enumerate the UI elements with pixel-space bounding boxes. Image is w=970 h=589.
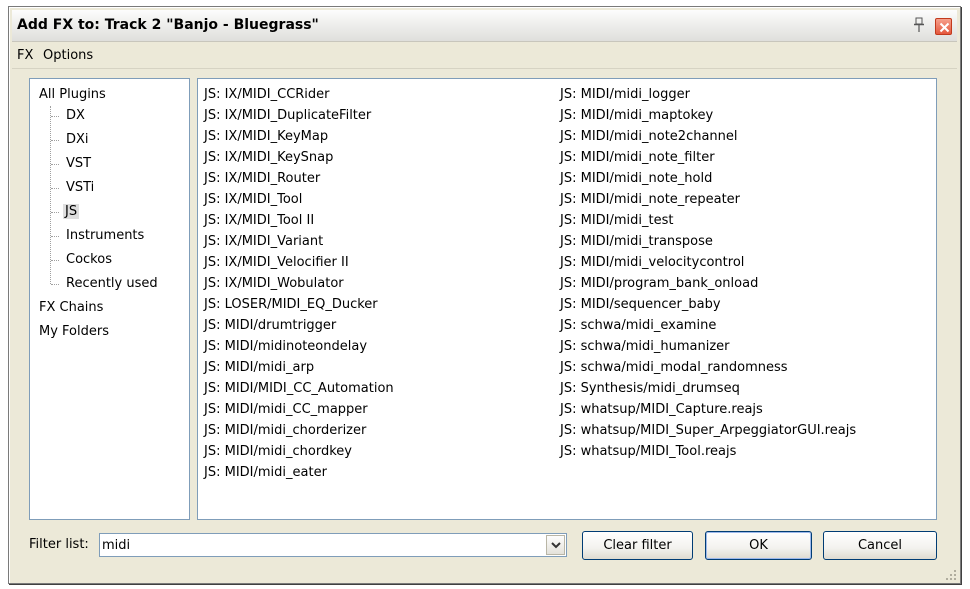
close-icon — [939, 22, 950, 33]
plugin-list-column-2: JS: MIDI/midi_logger JS: MIDI/midi_maptok… — [560, 84, 856, 462]
tree-item-recently-used[interactable]: Recently used — [66, 276, 158, 291]
plugin-list-column-1: JS: IX/MIDI_CCRider JS: IX/MIDI_Duplicate… — [204, 84, 394, 483]
plugin-list-item[interactable]: JS: schwa/midi_humanizer — [560, 336, 856, 357]
plugin-list-item[interactable]: JS: MIDI/midi_eater — [204, 462, 394, 483]
plugin-list-item[interactable]: JS: IX/MIDI_Tool II — [204, 210, 394, 231]
plugin-list-item[interactable]: JS: MIDI/drumtrigger — [204, 315, 394, 336]
plugin-list-item[interactable]: JS: whatsup/MIDI_Capture.reajs — [560, 399, 856, 420]
plugin-list-item[interactable]: JS: MIDI/midi_transpose — [560, 231, 856, 252]
close-button[interactable] — [935, 18, 952, 35]
plugin-list-item[interactable]: JS: MIDI/midi_note_repeater — [560, 189, 856, 210]
tree-item-instruments[interactable]: Instruments — [66, 228, 144, 243]
plugin-list-item[interactable]: JS: MIDI/midi_CC_mapper — [204, 399, 394, 420]
menu-bar: FX Options — [12, 43, 957, 69]
pin-icon[interactable] — [911, 17, 927, 33]
plugin-list-item[interactable]: JS: schwa/midi_modal_randomness — [560, 357, 856, 378]
plugin-list-item[interactable]: JS: MIDI/MIDI_CC_Automation — [204, 378, 394, 399]
plugin-category-tree[interactable]: All Plugins DX DXi VST VSTi JS Instrumen… — [29, 78, 190, 520]
clear-filter-button[interactable]: Clear filter — [582, 531, 693, 560]
plugin-list-item[interactable]: JS: IX/MIDI_Variant — [204, 231, 394, 252]
tree-item-vst[interactable]: VST — [66, 156, 91, 171]
resize-grip-icon[interactable] — [945, 569, 957, 581]
plugin-list-item[interactable]: JS: IX/MIDI_Velocifier II — [204, 252, 394, 273]
plugin-list-item[interactable]: JS: IX/MIDI_Tool — [204, 189, 394, 210]
plugin-list-item[interactable]: JS: IX/MIDI_CCRider — [204, 84, 394, 105]
tree-item-my-folders[interactable]: My Folders — [39, 324, 109, 339]
tree-item-js-label: JS — [63, 204, 80, 219]
plugin-list-item[interactable]: JS: MIDI/midi_logger — [560, 84, 856, 105]
plugin-list-item[interactable]: JS: MIDI/program_bank_onload — [560, 273, 856, 294]
plugin-list-item[interactable]: JS: MIDI/midi_arp — [204, 357, 394, 378]
plugin-list-item[interactable]: JS: IX/MIDI_Router — [204, 168, 394, 189]
plugin-list-item[interactable]: JS: MIDI/midi_note_filter — [560, 147, 856, 168]
title-bar[interactable]: Add FX to: Track 2 "Banjo - Bluegrass" — [12, 10, 957, 42]
plugin-list-item[interactable]: JS: LOSER/MIDI_EQ_Ducker — [204, 294, 394, 315]
plugin-list[interactable]: JS: IX/MIDI_CCRider JS: IX/MIDI_Duplicate… — [197, 78, 937, 520]
window-title: Add FX to: Track 2 "Banjo - Bluegrass" — [17, 17, 319, 33]
tree-item-fx-chains[interactable]: FX Chains — [39, 300, 103, 315]
plugin-list-item[interactable]: JS: Synthesis/midi_drumseq — [560, 378, 856, 399]
plugin-list-item[interactable]: JS: whatsup/MIDI_Super_ArpeggiatorGUI.re… — [560, 420, 856, 441]
plugin-list-item[interactable]: JS: IX/MIDI_KeySnap — [204, 147, 394, 168]
plugin-list-item[interactable]: JS: MIDI/midi_chordkey — [204, 441, 394, 462]
tree-item-dxi[interactable]: DXi — [66, 132, 89, 147]
plugin-list-item[interactable]: JS: MIDI/midi_note2channel — [560, 126, 856, 147]
plugin-list-item[interactable]: JS: IX/MIDI_DuplicateFilter — [204, 105, 394, 126]
filter-combobox[interactable] — [99, 533, 567, 557]
plugin-list-item[interactable]: JS: MIDI/midi_maptokey — [560, 105, 856, 126]
plugin-list-item[interactable]: JS: MIDI/midi_note_hold — [560, 168, 856, 189]
tree-item-vsti[interactable]: VSTi — [66, 180, 94, 195]
ok-button[interactable]: OK — [705, 531, 812, 560]
plugin-list-item[interactable]: JS: schwa/midi_examine — [560, 315, 856, 336]
plugin-list-item[interactable]: JS: MIDI/midi_test — [560, 210, 856, 231]
plugin-list-item[interactable]: JS: MIDI/midinoteondelay — [204, 336, 394, 357]
plugin-list-item[interactable]: JS: MIDI/sequencer_baby — [560, 294, 856, 315]
plugin-list-item[interactable]: JS: whatsup/MIDI_Tool.reajs — [560, 441, 856, 462]
plugin-list-item[interactable]: JS: MIDI/midi_velocitycontrol — [560, 252, 856, 273]
tree-item-all-plugins[interactable]: All Plugins — [39, 87, 106, 102]
filter-dropdown-button[interactable] — [546, 535, 565, 555]
tree-item-dx[interactable]: DX — [66, 108, 85, 123]
chevron-down-icon — [551, 542, 561, 549]
cancel-button[interactable]: Cancel — [823, 531, 937, 560]
filter-input[interactable] — [102, 535, 542, 555]
tree-item-cockos[interactable]: Cockos — [66, 252, 112, 267]
tree-item-js[interactable]: JS — [63, 204, 80, 219]
plugin-list-item[interactable]: JS: IX/MIDI_KeyMap — [204, 126, 394, 147]
menu-fx[interactable]: FX — [17, 48, 33, 63]
plugin-list-item[interactable]: JS: IX/MIDI_Wobulator — [204, 273, 394, 294]
menu-options[interactable]: Options — [43, 48, 93, 63]
plugin-list-item[interactable]: JS: MIDI/midi_chorderizer — [204, 420, 394, 441]
filter-label: Filter list: — [29, 537, 89, 552]
